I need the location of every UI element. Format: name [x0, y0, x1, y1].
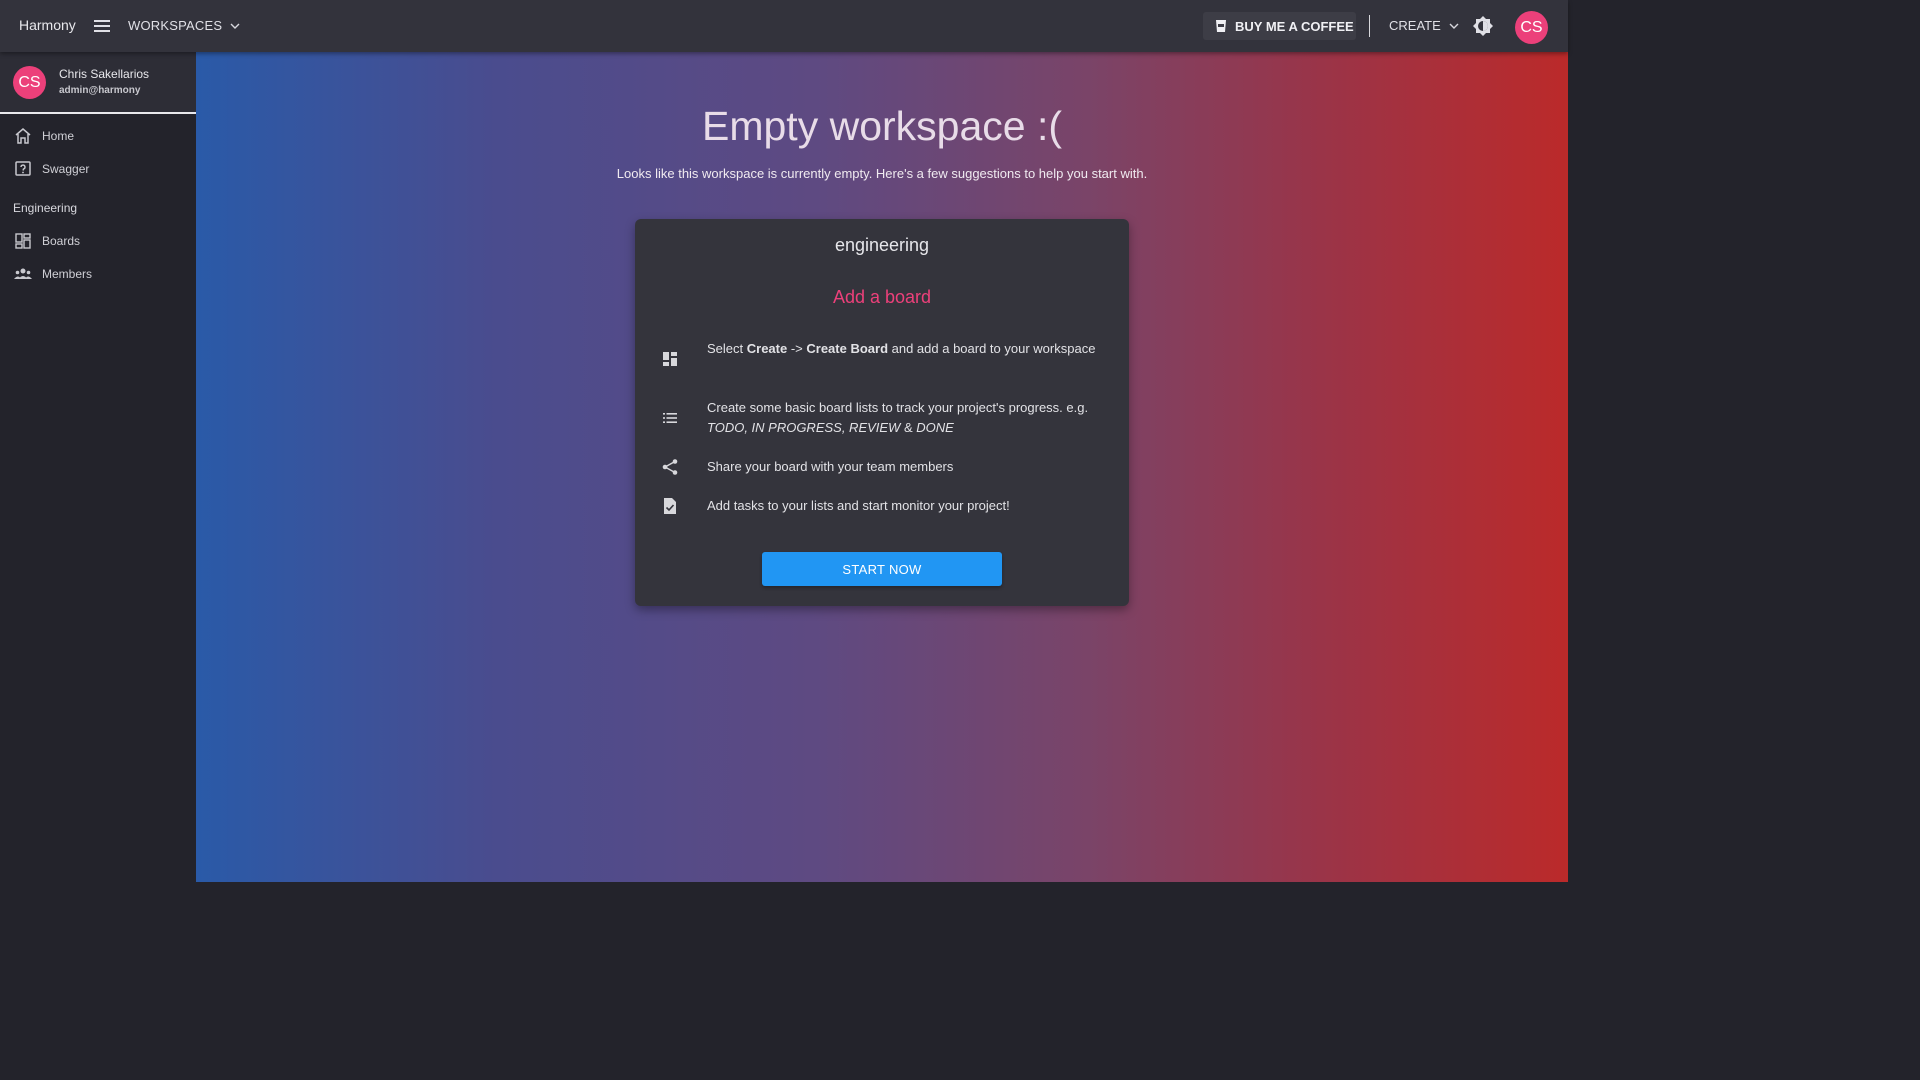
sidebar-item-boards[interactable]: Boards	[0, 226, 196, 256]
sidebar-section-title: Engineering	[13, 201, 78, 215]
theme-toggle-button[interactable]	[1472, 15, 1494, 37]
user-name: Chris Sakellarios	[59, 67, 150, 81]
suggestion-text: Share your board with your team members	[707, 459, 954, 474]
start-now-button[interactable]: START NOW	[762, 552, 1002, 586]
create-label: CREATE	[1389, 18, 1441, 33]
workspace-name: engineering	[834, 235, 930, 255]
top-app-bar: Harmony WORKSPACES BUY ME A COFFEE CREAT…	[0, 0, 1568, 52]
workspaces-dropdown-button[interactable]: WORKSPACES	[128, 18, 240, 33]
coffee-label: BUY ME A COFFEE	[1235, 18, 1354, 34]
workspaces-label: WORKSPACES	[128, 18, 223, 33]
help-box-icon	[15, 161, 31, 176]
sidebar-item-members[interactable]: Members	[0, 259, 196, 289]
suggestion-text: Add tasks to your lists and start monito…	[707, 498, 1010, 513]
page-subtitle: Looks like this workspace is currently e…	[616, 166, 1148, 181]
suggestion-text: Create some basic board lists to track y…	[707, 400, 1089, 435]
sidebar: CS Chris Sakellarios admin@harmony Home …	[0, 52, 196, 882]
dashboard-icon	[15, 233, 31, 249]
sidebar-item-label: Home	[42, 129, 75, 143]
sidebar-item-home[interactable]: Home	[0, 121, 196, 151]
menu-button[interactable]	[92, 16, 112, 36]
sidebar-item-label: Members	[42, 267, 93, 281]
sidebar-item-swagger[interactable]: Swagger	[0, 154, 196, 184]
brightness-icon	[1473, 16, 1493, 36]
suggestion-text: Select Create -> Create Board and add a …	[707, 341, 1096, 356]
main-content: Empty workspace :( Looks like this works…	[196, 52, 1568, 882]
dashboard-icon	[663, 352, 677, 366]
hamburger-menu-icon	[94, 20, 110, 32]
sidebar-item-label: Swagger	[42, 162, 90, 176]
chevron-down-icon	[230, 23, 240, 29]
user-profile-box: CS Chris Sakellarios admin@harmony	[0, 52, 196, 114]
buy-me-a-coffee-button[interactable]: BUY ME A COFFEE	[1203, 12, 1356, 40]
share-icon	[662, 459, 678, 475]
task-file-icon	[664, 498, 676, 514]
user-email: admin@harmony	[59, 85, 141, 96]
app-title[interactable]: Harmony	[19, 17, 76, 33]
avatar: CS	[13, 66, 46, 99]
toolbar-divider	[1369, 15, 1370, 37]
sidebar-item-label: Boards	[42, 234, 81, 248]
suggestions-card: engineering Add a board Select Create ->…	[635, 219, 1129, 606]
user-avatar[interactable]: CS	[1515, 11, 1548, 44]
list-icon	[663, 413, 677, 423]
home-icon	[15, 128, 31, 144]
create-dropdown-button[interactable]: CREATE	[1389, 18, 1459, 33]
card-subtitle: Add a board	[832, 287, 932, 307]
people-icon	[14, 268, 32, 279]
chevron-down-icon	[1449, 23, 1459, 29]
page-title: Empty workspace :(	[702, 103, 1062, 149]
coffee-cup-icon	[1216, 20, 1226, 32]
